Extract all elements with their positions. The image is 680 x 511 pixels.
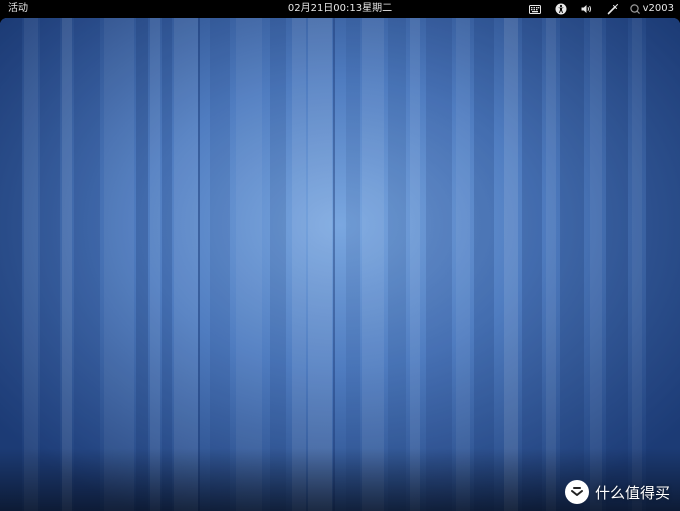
accessibility-icon [555, 3, 567, 15]
bluetooth-icon [607, 4, 618, 15]
top-panel: 活动 02月21日00:13星期二 v2003 [0, 0, 680, 18]
desktop-wallpaper [0, 18, 680, 511]
user-menu[interactable]: v2003 [629, 3, 674, 15]
activities-button[interactable]: 活动 [8, 3, 28, 15]
volume-icon [581, 5, 591, 13]
accessibility-button[interactable] [548, 2, 574, 16]
keyboard-icon [528, 4, 541, 14]
clock-button[interactable]: 02月21日00:13星期二 [288, 3, 392, 14]
watermark: 什么值得买 [564, 480, 670, 504]
volume-button[interactable] [574, 2, 600, 16]
striped-wallpaper [0, 18, 680, 511]
user-name: v2003 [642, 3, 674, 14]
keyboard-button[interactable] [522, 2, 548, 16]
watermark-text: 什么值得买 [594, 483, 670, 502]
status-area: v2003 [522, 2, 674, 16]
gnome-desktop-screen: 活动 02月21日00:13星期二 v2003 什么值得买 [0, 0, 680, 511]
smzdm-logo-icon [564, 480, 589, 504]
bluetooth-button[interactable] [600, 2, 626, 16]
user-status-icon [629, 4, 640, 14]
